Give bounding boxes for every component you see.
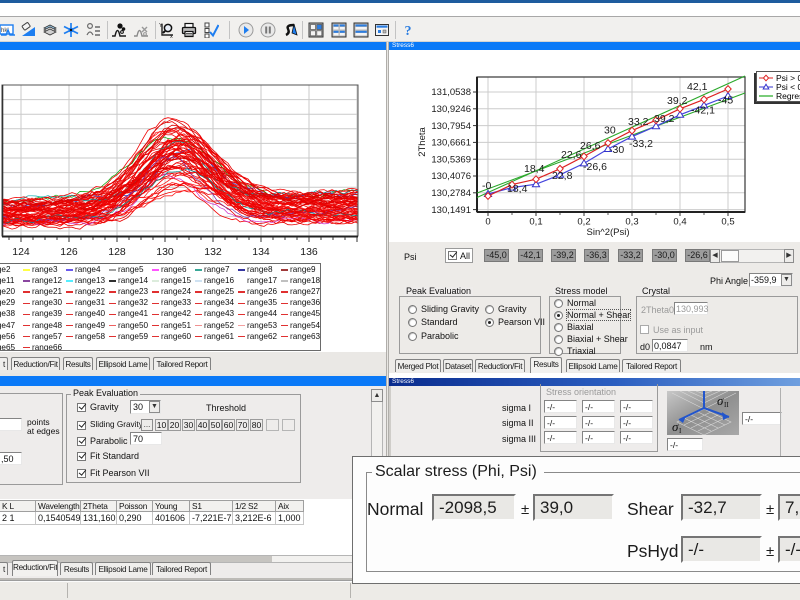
svg-text:136: 136 [300,246,318,258]
svg-text:130,2784: 130,2784 [431,188,471,199]
svg-text:-0: -0 [482,180,491,192]
svg-text:-33,2: -33,2 [629,138,653,150]
svg-text:σ: σ [672,419,679,434]
svg-text:0,2: 0,2 [577,217,590,228]
svg-text:130,9246: 130,9246 [431,104,471,115]
svg-text:26,6: 26,6 [580,140,601,152]
svg-text:18,4: 18,4 [507,183,528,195]
svg-text:131,0538: 131,0538 [431,87,471,98]
svg-text:130: 130 [156,246,174,258]
svg-text:-26,6: -26,6 [583,161,607,173]
svg-text:σ: σ [717,393,724,408]
svg-text:33,2: 33,2 [628,116,649,128]
svg-text:130,1491: 130,1491 [431,205,471,216]
svg-text:18,4: 18,4 [524,163,545,175]
svg-text:42,1: 42,1 [687,81,708,93]
svg-text:130,4076: 130,4076 [431,171,471,182]
svg-text:30: 30 [604,125,616,137]
svg-text:-45: -45 [718,95,733,107]
svg-text:II: II [724,401,729,409]
svg-text:0,1: 0,1 [529,217,542,228]
svg-text:Sin^2(Psi): Sin^2(Psi) [587,227,630,238]
svg-text:2Theta: 2Theta [417,126,428,156]
svg-text:-42,1: -42,1 [691,105,715,117]
svg-text:Y: Y [159,23,163,29]
svg-text:39,2: 39,2 [667,95,688,107]
svg-text:126: 126 [60,246,78,258]
svg-text:Regress: Regress [776,91,800,101]
svg-text:0: 0 [485,217,490,228]
svg-text:134: 134 [252,246,270,258]
svg-text:128: 128 [108,246,126,258]
svg-text:130,5369: 130,5369 [431,154,471,165]
svg-text:22,8: 22,8 [552,170,573,182]
svg-text:39,2: 39,2 [654,113,675,125]
svg-text:124: 124 [12,246,30,258]
svg-text:130,7954: 130,7954 [431,121,471,132]
svg-text:132: 132 [204,246,222,258]
svg-text:x: x [170,34,173,38]
svg-text:0,4: 0,4 [673,217,686,228]
svg-text:?: ? [405,24,412,38]
svg-text:0,5: 0,5 [721,217,734,228]
svg-text:130,6661: 130,6661 [431,138,471,149]
svg-text:0,3: 0,3 [625,217,638,228]
svg-text:22,6: 22,6 [561,149,582,161]
svg-text:-30: -30 [609,144,624,156]
